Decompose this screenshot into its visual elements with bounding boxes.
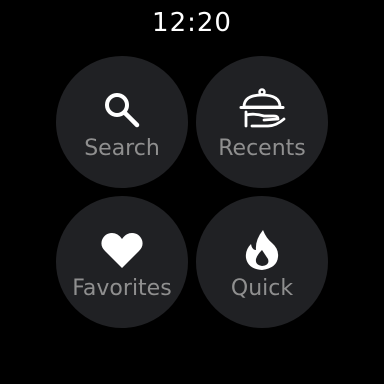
search-icon bbox=[98, 88, 146, 132]
watch-screen: 12:20 Search Recents Favorites Quick bbox=[0, 0, 384, 384]
favorites-button[interactable]: Favorites bbox=[56, 196, 188, 328]
quick-label: Quick bbox=[230, 276, 294, 301]
quick-button[interactable]: Quick bbox=[196, 196, 328, 328]
recents-label: Recents bbox=[218, 136, 306, 161]
flame-icon bbox=[238, 228, 286, 272]
recents-button[interactable]: Recents bbox=[196, 56, 328, 188]
favorites-label: Favorites bbox=[72, 276, 172, 301]
serving-cloche-icon bbox=[238, 88, 286, 132]
clock-time: 12:20 bbox=[152, 8, 232, 38]
search-button[interactable]: Search bbox=[56, 56, 188, 188]
heart-icon bbox=[98, 228, 146, 272]
search-label: Search bbox=[84, 136, 160, 161]
